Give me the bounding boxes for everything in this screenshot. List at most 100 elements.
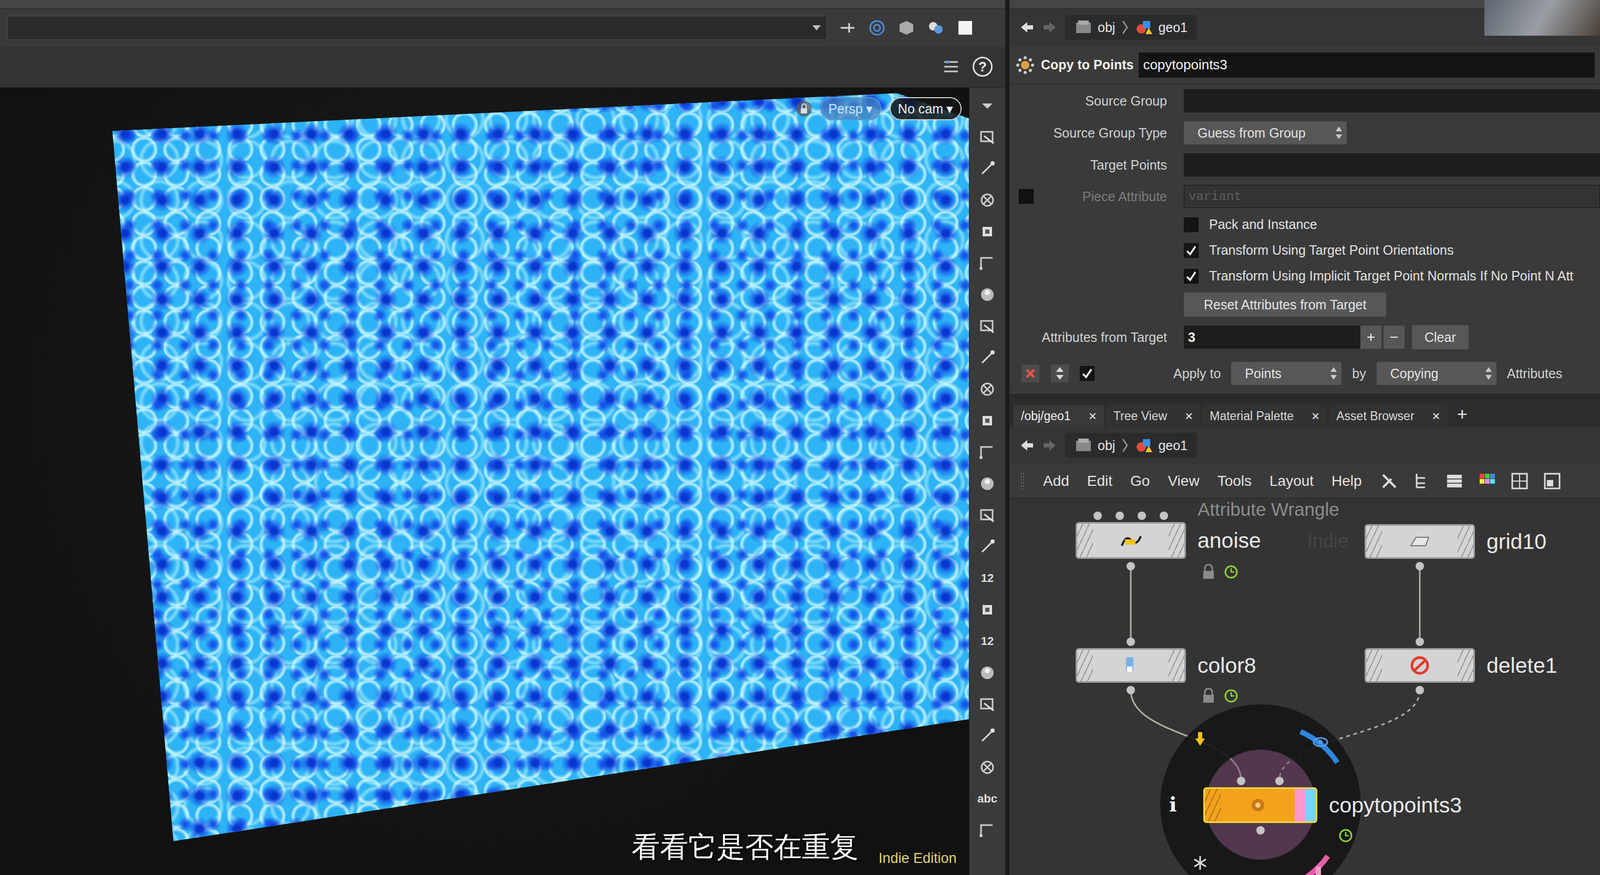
tool-button[interactable] xyxy=(971,688,1004,721)
checkbox[interactable] xyxy=(1183,243,1199,258)
template-flag[interactable] xyxy=(1294,789,1306,822)
display-options-icon[interactable] xyxy=(942,57,960,76)
camera-menu-button[interactable]: No cam▾ xyxy=(889,97,962,121)
forward-icon[interactable] xyxy=(1041,19,1058,36)
network-node[interactable]: copytopoints3 xyxy=(1203,787,1318,824)
node-body[interactable] xyxy=(1364,648,1475,684)
node-body[interactable] xyxy=(1364,524,1475,560)
output-connector[interactable] xyxy=(1126,686,1135,695)
tool-button[interactable] xyxy=(971,121,1004,153)
box-icon[interactable] xyxy=(897,18,916,37)
tool-button[interactable] xyxy=(971,310,1004,343)
bypass-flag[interactable] xyxy=(1077,523,1093,558)
bypass-flag[interactable] xyxy=(1204,789,1221,822)
wire[interactable] xyxy=(1419,566,1421,643)
tool-button[interactable] xyxy=(971,342,1004,374)
param-field[interactable] xyxy=(1183,153,1600,177)
snapshot-icon[interactable] xyxy=(956,18,975,37)
network-node[interactable]: grid10 xyxy=(1364,524,1475,560)
tool-button[interactable] xyxy=(971,499,1004,532)
viewport[interactable]: Persp▾No cam▾看看它是否在重复Indie Edition xyxy=(0,87,969,875)
menu-item[interactable]: Go xyxy=(1130,472,1150,490)
tool-button[interactable] xyxy=(971,594,1004,626)
camera-menu-button[interactable]: Persp▾ xyxy=(820,97,882,121)
node-name-field[interactable]: copytopoints3 xyxy=(1138,52,1595,78)
tool-button[interactable]: 12 xyxy=(971,562,1004,595)
tool-button[interactable]: 12 xyxy=(971,625,1004,658)
breadcrumb[interactable]: obj xyxy=(1074,437,1116,454)
menu-item[interactable]: Add xyxy=(1043,472,1070,490)
wire[interactable] xyxy=(1130,566,1132,643)
tool-button[interactable] xyxy=(971,436,1004,469)
output-connector[interactable] xyxy=(1415,562,1424,571)
back-icon[interactable] xyxy=(1018,437,1035,454)
tool-button[interactable] xyxy=(971,720,1004,752)
param-checkbox[interactable]: Transform Using Implicit Target Point No… xyxy=(1183,268,1574,284)
template-icon[interactable] xyxy=(1315,866,1321,875)
color-palette-icon[interactable] xyxy=(1477,471,1497,491)
menu-item[interactable]: Tools xyxy=(1217,472,1252,490)
param-enable-checkbox[interactable] xyxy=(1018,189,1034,204)
node-body[interactable] xyxy=(1203,787,1318,824)
add-button[interactable]: + xyxy=(1360,325,1382,349)
remove-button[interactable]: − xyxy=(1383,325,1405,349)
freeze-icon[interactable] xyxy=(1194,856,1206,871)
checkbox[interactable] xyxy=(1183,269,1199,284)
remove-icon[interactable] xyxy=(1020,364,1040,384)
new-tab-button[interactable]: + xyxy=(1449,404,1475,425)
param-checkbox[interactable]: Pack and Instance xyxy=(1183,217,1318,233)
pane-tab[interactable]: Material Palette× xyxy=(1202,405,1327,428)
back-icon[interactable] xyxy=(1018,19,1035,36)
node-body[interactable] xyxy=(1075,522,1186,560)
help-button[interactable]: ? xyxy=(972,56,993,77)
eye-icon[interactable] xyxy=(1313,738,1328,747)
breadcrumb[interactable]: obj xyxy=(1074,19,1116,36)
enable-checkbox[interactable] xyxy=(1079,366,1095,381)
output-connector[interactable] xyxy=(1256,826,1265,835)
network-node[interactable]: color8 xyxy=(1075,648,1186,684)
display-flag[interactable] xyxy=(1168,649,1185,682)
menu-item[interactable]: View xyxy=(1167,472,1200,490)
method-select[interactable]: Copying xyxy=(1376,362,1497,386)
tool-button[interactable] xyxy=(971,751,1004,784)
list-icon[interactable] xyxy=(1444,471,1464,491)
node-body[interactable] xyxy=(1075,648,1186,684)
bypass-flag[interactable] xyxy=(1077,649,1093,682)
pane-tab[interactable]: /obj/geo1× xyxy=(1013,405,1104,428)
display-flag[interactable] xyxy=(1457,525,1474,558)
tool-button[interactable] xyxy=(971,152,1004,185)
menu-item[interactable]: Edit xyxy=(1087,472,1113,490)
tool-button[interactable] xyxy=(971,215,1004,248)
input-connector[interactable] xyxy=(1275,777,1284,786)
input-connector[interactable] xyxy=(1159,511,1169,521)
network-node[interactable]: Attribute Wrangleanoise xyxy=(1075,522,1186,560)
wrench-icon[interactable] xyxy=(1379,471,1399,491)
tool-button[interactable] xyxy=(971,468,1004,500)
input-connector[interactable] xyxy=(1093,511,1102,521)
tool-button[interactable] xyxy=(971,814,1004,847)
input-connector[interactable] xyxy=(1137,511,1147,521)
param-button[interactable]: Reset Attributes from Target xyxy=(1183,292,1387,317)
tool-button[interactable] xyxy=(971,247,1004,280)
input-connector[interactable] xyxy=(1126,637,1135,647)
breadcrumb[interactable]: geo1 xyxy=(1134,437,1188,454)
info-button[interactable]: i xyxy=(1169,792,1177,817)
tool-button[interactable] xyxy=(971,405,1004,437)
param-select[interactable]: Guess from Group xyxy=(1183,121,1347,145)
tab-close[interactable]: × xyxy=(1311,408,1320,425)
tree-icon[interactable] xyxy=(1412,471,1432,491)
pane-tab[interactable]: Tree View× xyxy=(1106,405,1201,428)
tab-close[interactable]: × xyxy=(1432,408,1441,425)
tool-button[interactable] xyxy=(971,184,1004,216)
display-flag[interactable] xyxy=(1457,649,1474,682)
breadcrumb[interactable]: geo1 xyxy=(1134,19,1188,36)
apply-select[interactable]: Points xyxy=(1231,362,1342,386)
param-checkbox[interactable]: Transform Using Target Point Orientation… xyxy=(1183,242,1454,258)
tool-button[interactable] xyxy=(971,657,1004,689)
lock-camera-icon[interactable] xyxy=(796,99,812,118)
pane-separator[interactable] xyxy=(1009,393,1600,401)
target-icon[interactable] xyxy=(868,18,886,37)
grid-icon[interactable] xyxy=(1510,471,1530,491)
display-flag[interactable] xyxy=(1168,523,1185,558)
input-connector[interactable] xyxy=(1115,511,1124,521)
